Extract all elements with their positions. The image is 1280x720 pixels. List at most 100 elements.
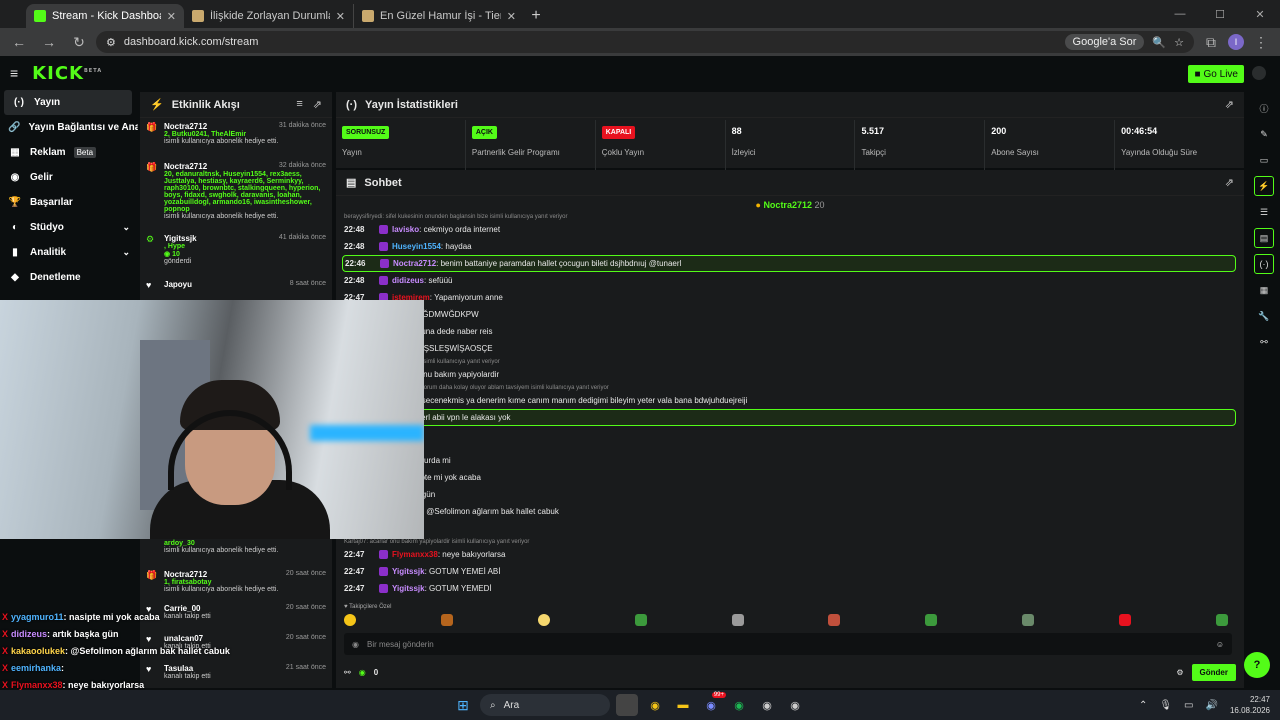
message-username[interactable]: Noctra2712 — [393, 259, 436, 268]
extensions-icon[interactable]: ⧉ — [1198, 30, 1224, 54]
url-text: dashboard.kick.com/stream — [123, 36, 259, 48]
hamburger-menu-icon[interactable]: ≡ — [10, 65, 18, 81]
sidebar-item-yayin[interactable]: (·) Yayın — [4, 90, 132, 115]
user-badge-icon — [379, 242, 388, 251]
connections-icon[interactable]: ⚯ — [344, 668, 351, 677]
steam-icon[interactable]: ◉ — [756, 694, 778, 716]
tab-kick-dashboard[interactable]: Stream - Kick Dashboard ✕ — [26, 4, 184, 28]
chat-toggle-icon[interactable]: ▤ — [1254, 228, 1274, 248]
forward-icon[interactable]: → — [36, 30, 62, 54]
message-username[interactable]: lavisko — [392, 225, 419, 234]
minimize-icon[interactable]: — — [1160, 0, 1200, 28]
popout-icon[interactable]: ⇗ — [1225, 98, 1234, 111]
discord-icon[interactable]: ◉ 99+ — [700, 692, 726, 716]
maximize-icon[interactable]: ☐ — [1200, 0, 1240, 28]
chart-icon: ▮ — [12, 247, 18, 258]
message-username[interactable]: Flymanxx38 — [392, 550, 438, 559]
taskbar-search[interactable]: ⌕ Ara — [480, 694, 610, 716]
task-view-icon[interactable] — [616, 694, 638, 716]
sidebar-item-gelir[interactable]: ◉ Gelir — [0, 165, 138, 190]
info-icon[interactable]: ⓘ — [1254, 98, 1274, 118]
emote-icon[interactable] — [828, 614, 841, 626]
new-tab-icon[interactable]: + — [524, 4, 548, 28]
send-button[interactable]: Gönder — [1191, 663, 1236, 681]
stats-toggle-icon[interactable]: (·) — [1254, 254, 1274, 274]
emote-icon[interactable] — [634, 614, 647, 626]
share-icon[interactable]: ⚯ — [1254, 332, 1274, 352]
chat-settings-icon[interactable]: ◉ — [352, 640, 359, 649]
taskbar-clock[interactable]: 22:47 16.08.2026 — [1230, 694, 1270, 716]
windows-start-icon[interactable]: ⊞ — [452, 694, 474, 716]
sidebar-item-analitik[interactable]: ▮ Analitik ⌄ — [0, 240, 138, 265]
emote-icon[interactable] — [537, 614, 550, 626]
message-username[interactable]: didizeus — [392, 276, 424, 285]
user-badge-icon — [379, 567, 388, 576]
volume-icon[interactable]: 🔊 — [1206, 700, 1218, 711]
menu-kebab-icon[interactable]: ⋮ — [1248, 30, 1274, 54]
page-favicon — [192, 10, 204, 22]
google-lens-button[interactable]: Google'a Sor — [1064, 34, 1145, 50]
edit-icon[interactable]: ✎ — [1254, 124, 1274, 144]
close-tab-icon[interactable]: ✕ — [167, 10, 176, 23]
tab-iliskide[interactable]: İlişkide Zorlayan Durumlar #1 - ✕ — [184, 4, 354, 28]
help-chat-button[interactable]: ? — [1244, 652, 1270, 678]
kick-logo[interactable]: KICKBETA — [32, 63, 102, 84]
bookmark-star-icon[interactable]: ☆ — [1174, 36, 1184, 49]
go-live-button[interactable]: ■ Go Live — [1188, 65, 1244, 83]
chat-message: 22:47 Yigitssjk: GOTUM YEMEDİ — [342, 580, 1236, 597]
emote-icon[interactable] — [1215, 614, 1228, 626]
emote-icon[interactable] — [731, 614, 744, 626]
tab-hamur[interactable]: En Güzel Hamur İşi - Tier List | ✕ — [354, 4, 524, 28]
sidebar-item-denetleme[interactable]: ◆ Denetleme — [0, 265, 138, 290]
back-icon[interactable]: ← — [6, 30, 32, 54]
profile-avatar[interactable]: I — [1228, 34, 1244, 50]
close-tab-icon[interactable]: ✕ — [336, 10, 345, 23]
mic-icon[interactable]: 🎙 — [1159, 700, 1172, 711]
reload-icon[interactable]: ↻ — [66, 30, 92, 54]
message-username[interactable]: Yigitssjk — [392, 584, 425, 593]
site-info-icon[interactable]: ⚙ — [106, 36, 116, 49]
url-bar[interactable]: ⚙ dashboard.kick.com/stream Google'a Sor… — [96, 31, 1194, 53]
close-window-icon[interactable]: ✕ — [1240, 0, 1280, 28]
popout-icon[interactable]: ⇗ — [313, 98, 322, 111]
filter-icon[interactable]: ≡ — [296, 98, 302, 111]
list-icon[interactable]: ☰ — [1254, 202, 1274, 222]
settings-gear-icon[interactable]: ⚙ — [1176, 668, 1183, 677]
overlay-username: didizeus — [11, 628, 48, 639]
close-tab-icon[interactable]: ✕ — [507, 10, 516, 23]
overlay-username: kakaoolukek — [11, 645, 66, 656]
wrench-icon[interactable]: 🔧 — [1254, 306, 1274, 326]
emote-icon[interactable] — [925, 614, 938, 626]
sidebar-item-basarilar[interactable]: 🏆 Başarılar — [0, 190, 138, 215]
chat-bubble-icon: ▤ — [346, 177, 357, 189]
zoom-icon[interactable]: 🔍 — [1152, 36, 1166, 49]
tray-chevron-icon[interactable]: ⌃ — [1139, 700, 1147, 711]
message-username[interactable]: Yigitssjk — [392, 567, 425, 576]
file-explorer-icon[interactable]: ▬ — [672, 694, 694, 716]
sidebar-item-reklam[interactable]: ▦ Reklam Beta — [0, 140, 138, 165]
emote-icon[interactable] — [1022, 614, 1035, 626]
chrome-icon[interactable]: ◉ — [644, 694, 666, 716]
activity-toggle-icon[interactable]: ⚡ — [1254, 176, 1274, 196]
spotify-icon[interactable]: ◉ — [728, 694, 750, 716]
message-username[interactable]: Huseyin1554 — [392, 242, 441, 251]
layers-icon[interactable]: ▦ — [1254, 280, 1274, 300]
sidebar-item-studyo[interactable]: ◐ Stüdyo ⌄ — [0, 215, 138, 240]
player-icon[interactable]: ▭ — [1254, 150, 1274, 170]
popout-icon[interactable]: ⇗ — [1225, 176, 1234, 189]
chat-message-input[interactable]: ◉ Bir mesaj gönderin ☺ — [344, 633, 1232, 655]
chat-reply-context: Kartaj07: acarlar onu bakım yapiyolardir… — [342, 537, 1236, 546]
user-avatar[interactable] — [1252, 66, 1266, 80]
emoji-icon[interactable]: ☺ — [1216, 640, 1224, 649]
emote-icon[interactable] — [1119, 614, 1131, 626]
message-text: : sefüüü — [424, 276, 453, 285]
network-icon[interactable]: ▭ — [1184, 700, 1193, 711]
sidebar-item-stream-key[interactable]: 🔗Yayın Bağlantısı ve Anahtarı — [0, 115, 138, 140]
stat-subscribers: 200 Abone Sayısı — [985, 120, 1116, 170]
obs-icon[interactable]: ◉ — [784, 694, 806, 716]
emote-icon[interactable] — [440, 614, 453, 626]
message-text: : Yapamiyorum anne — [429, 293, 503, 302]
chat-title: Sohbet — [364, 176, 402, 189]
message-timestamp: 22:48 — [344, 276, 365, 285]
emote-icon[interactable] — [344, 614, 356, 626]
